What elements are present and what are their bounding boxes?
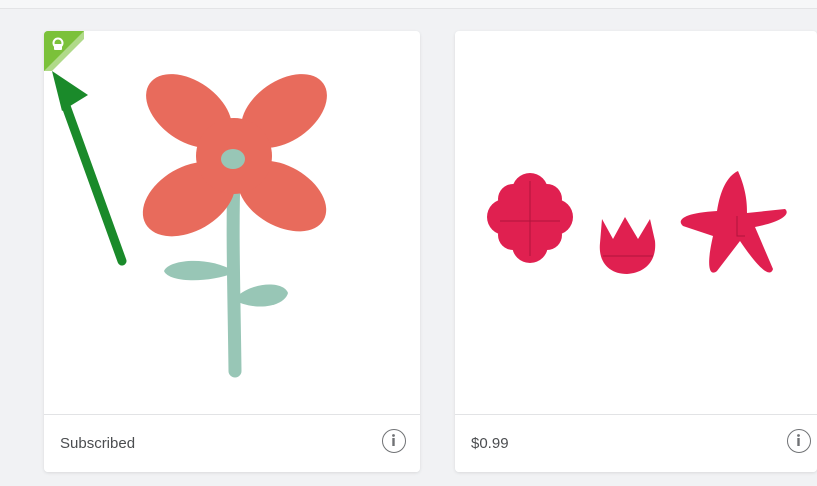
puzzle-flowers-image [487,171,787,274]
image-card[interactable]: Subscribed [44,31,420,472]
top-toolbar-edge [0,0,817,9]
card-footer: $0.99 [455,414,817,472]
card-image[interactable] [44,31,420,414]
price-label: $0.99 [471,435,509,452]
info-icon[interactable] [787,429,811,453]
card-footer: Subscribed [44,414,420,472]
card-image[interactable] [455,31,817,414]
subscription-status: Subscribed [60,435,136,452]
subscription-badge-icon [44,31,84,71]
flower-image [142,74,327,378]
image-card[interactable]: $0.99 [455,31,817,472]
info-icon[interactable] [382,429,406,453]
